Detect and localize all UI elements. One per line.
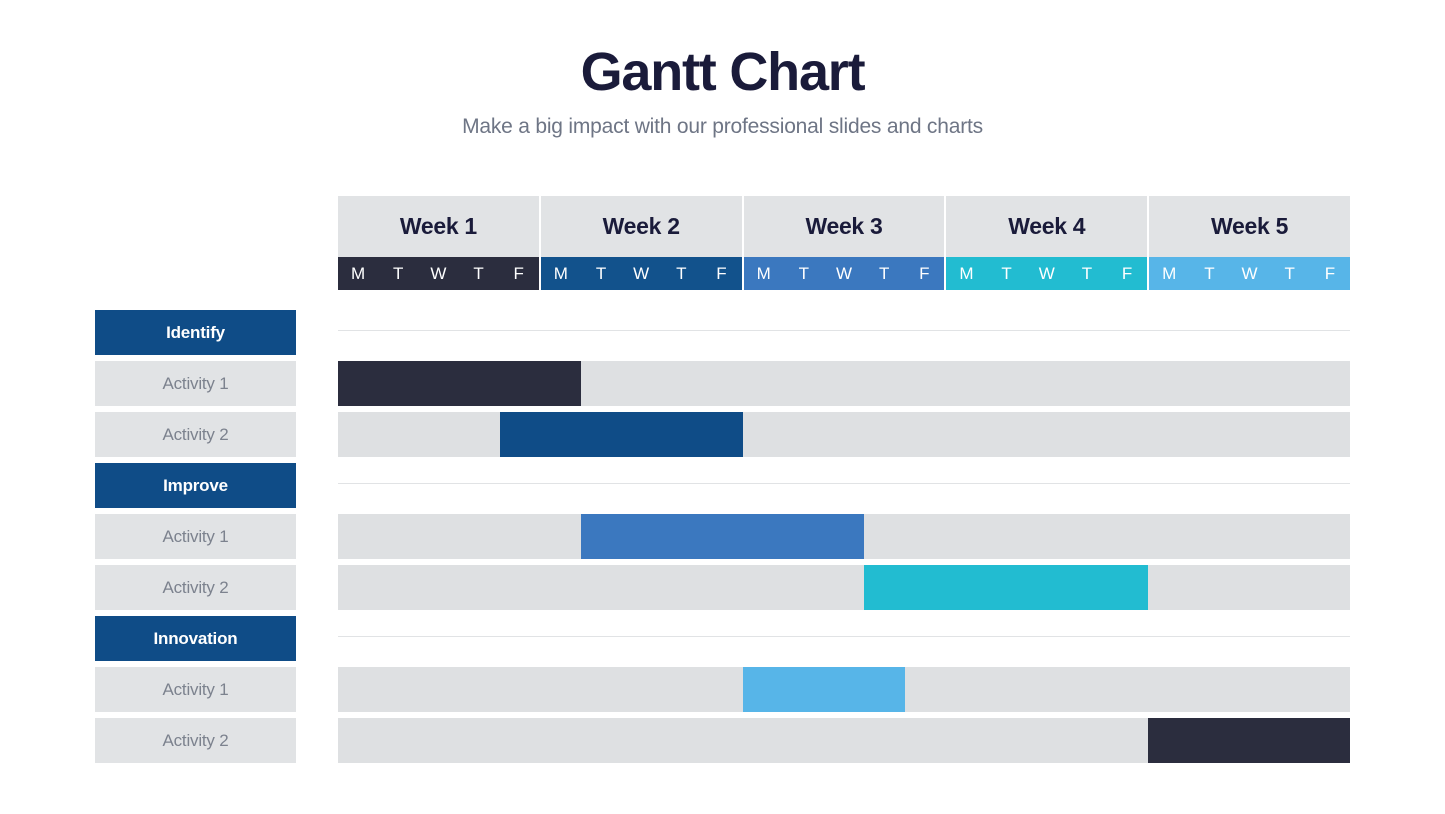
gantt-bar[interactable]	[580, 514, 865, 559]
task-row-label[interactable]: Activity 1	[95, 361, 296, 406]
day-header-cell: W	[835, 263, 852, 283]
day-header-cell: M	[553, 263, 568, 283]
gantt-chart-slide: Gantt Chart Make a big impact with our p…	[0, 0, 1445, 814]
gantt-bar[interactable]	[742, 667, 905, 712]
day-header-cell: W	[430, 263, 447, 283]
gantt-bar[interactable]	[864, 565, 1148, 610]
day-header-cell: T	[798, 263, 810, 283]
day-header-group: MTWTF	[946, 257, 1150, 290]
day-header-cell: F	[1324, 263, 1336, 283]
gantt-bar[interactable]	[499, 412, 743, 457]
day-header-group: MTWTF	[540, 257, 744, 290]
day-header-cell: M	[1162, 263, 1177, 283]
week-header-cell: Week 2	[540, 196, 744, 257]
day-header-cell: T	[878, 263, 890, 283]
day-header-cell: T	[1204, 263, 1215, 283]
day-header-cell: M	[350, 263, 366, 283]
task-row-label[interactable]: Activity 1	[95, 667, 296, 712]
task-row-label[interactable]: Activity 2	[95, 718, 296, 763]
week-header-cell: Week 4	[946, 196, 1150, 257]
task-label-column: Identify Activity 1 Activity 2 Improve Activ…	[95, 310, 296, 763]
day-header-cell: T	[473, 263, 484, 283]
week-header-row: Week 1 Week 2 Week 3 Week 4 Week 5	[338, 196, 1350, 257]
page-subtitle: Make a big impact with our professional …	[462, 114, 983, 138]
gantt-row-track	[338, 565, 1350, 610]
gantt-bar[interactable]	[1147, 718, 1350, 763]
day-header-cell: M	[959, 263, 974, 283]
slide-header: Gantt Chart Make a big impact with our p…	[0, 44, 1445, 139]
gantt-row-track	[338, 361, 1350, 406]
day-header-cell: W	[1038, 263, 1055, 283]
gantt-row-track	[338, 412, 1350, 457]
day-header-cell: F	[513, 263, 524, 283]
timeline-header: Week 1 Week 2 Week 3 Week 4 Week 5 M T W T F M T W T…	[338, 196, 1350, 290]
week-header-cell: Week 5	[1149, 196, 1350, 257]
day-header-cell: W	[633, 263, 650, 283]
day-header-row: MTWTFMTWTFMTWTFMTWTFMTWTF	[338, 257, 1350, 290]
phase-header-improve[interactable]: Improve	[95, 463, 296, 508]
gantt-row-track	[338, 514, 1350, 559]
gantt-bar-area	[338, 310, 1350, 763]
task-row-label[interactable]: Activity 1	[95, 514, 296, 559]
day-header-cell: W	[1241, 263, 1258, 283]
day-header-group: MTWTF	[1149, 257, 1350, 290]
page-title: Gantt Chart	[580, 42, 866, 102]
day-header-cell: M	[756, 263, 771, 283]
day-header-cell: F	[716, 263, 727, 283]
day-header-cell: F	[919, 263, 930, 283]
day-header-cell: T	[595, 263, 607, 283]
day-header-cell: F	[1121, 263, 1133, 283]
day-header-cell: T	[1081, 263, 1093, 283]
day-header-group: MTWTF	[338, 257, 541, 290]
gantt-bar[interactable]	[338, 361, 581, 406]
phase-header-innovation[interactable]: Innovation	[95, 616, 296, 661]
day-header-cell: T	[1001, 263, 1012, 283]
gantt-row-track	[338, 718, 1350, 763]
phase-header-identify[interactable]: Identify	[95, 310, 296, 355]
task-row-label[interactable]: Activity 2	[95, 565, 296, 610]
week-header-cell: Week 3	[743, 196, 947, 257]
gantt-row-track	[338, 667, 1350, 712]
day-header-cell: T	[393, 263, 404, 283]
day-header-cell: T	[1284, 263, 1295, 283]
task-row-label[interactable]: Activity 2	[95, 412, 296, 457]
day-header-group: MTWTF	[743, 257, 947, 290]
week-header-cell: Week 1	[338, 196, 541, 257]
day-header-cell: T	[676, 263, 687, 283]
